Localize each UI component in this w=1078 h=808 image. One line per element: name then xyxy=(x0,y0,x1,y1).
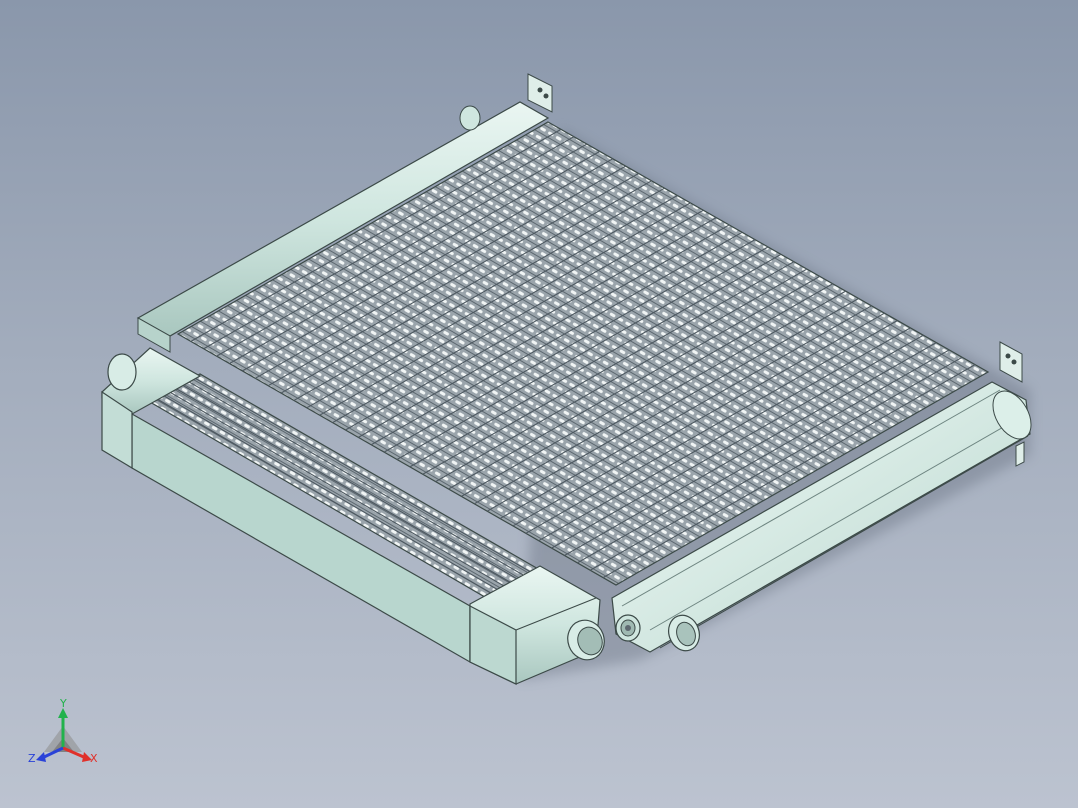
mounting-bracket-top xyxy=(527,73,553,113)
drain-fitting[interactable] xyxy=(615,614,641,642)
rear-radiator[interactable] xyxy=(136,73,1039,655)
front-inlet-pipe[interactable] xyxy=(107,353,137,391)
x-axis-label: X xyxy=(90,752,98,765)
rear-inlet-pipe[interactable] xyxy=(459,105,481,131)
z-axis-label: Z xyxy=(28,752,36,765)
coordinate-triad-icon[interactable]: Y X Z xyxy=(28,697,98,765)
cad-model-view[interactable]: Y X Z xyxy=(0,0,1078,808)
y-axis-label: Y xyxy=(59,697,67,710)
graphics-viewport[interactable]: Y X Z xyxy=(0,0,1078,808)
